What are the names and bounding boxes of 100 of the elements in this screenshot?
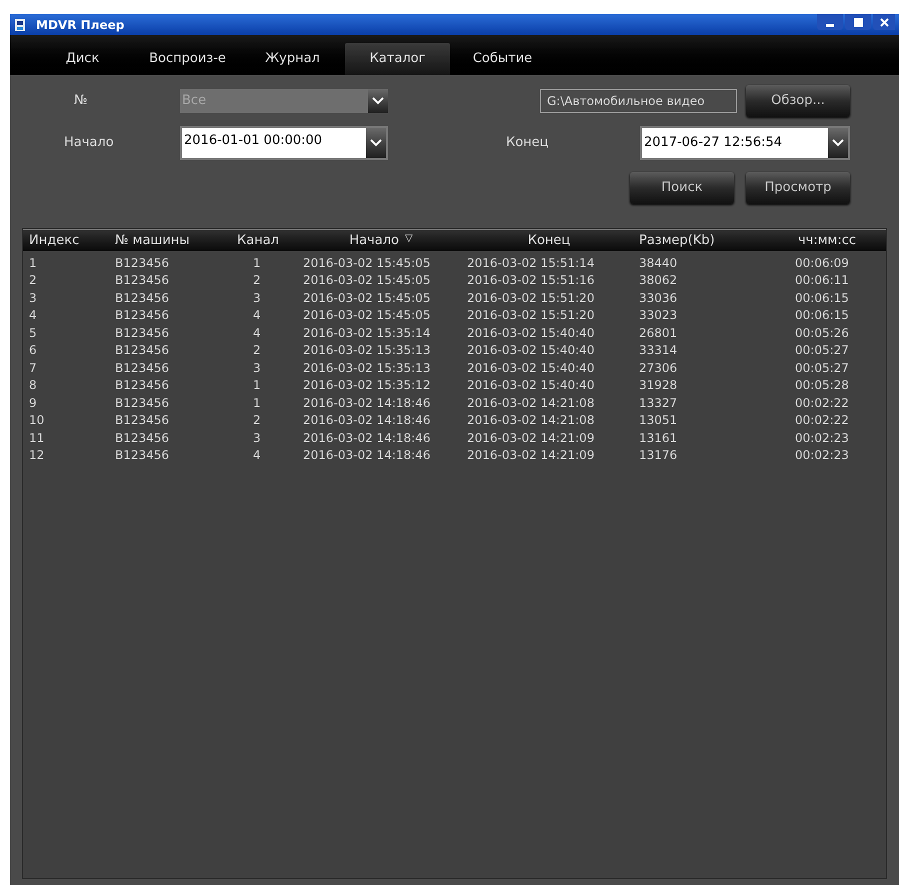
table-cell-text: 4 [252, 324, 262, 342]
table-cell-text: 3 [28, 290, 38, 307]
table-cell-text: 00:02:22 [794, 412, 850, 430]
table-cell-text: 2016-03-02 15:51:20 [466, 290, 596, 307]
table-cell-text: 1 [252, 254, 262, 272]
table-cell-text: 00:02:23 [794, 447, 850, 464]
table-cell-text: 33314 [638, 342, 678, 360]
close-button[interactable] [873, 14, 895, 30]
dropdown-arrow-button[interactable] [828, 128, 848, 158]
column-header[interactable]: Конец [528, 230, 570, 250]
table-cell-text: 2016-03-02 15:40:40 [466, 360, 596, 377]
table-cell-text: 6 [28, 342, 38, 360]
table-cell-text: 2016-03-02 14:18:46 [302, 412, 432, 430]
column-header[interactable]: чч:мм:сс [798, 230, 856, 250]
table-cell-text: 13176 [638, 447, 678, 464]
table-cell-text: 2016-03-02 15:40:40 [466, 324, 596, 342]
table-cell-text: 2016-03-02 15:35:14 [302, 324, 432, 342]
table-cell-text: 2016-03-02 14:21:09 [466, 447, 596, 464]
table-cell-text: 8 [28, 377, 38, 394]
column-header[interactable]: Начало [349, 230, 399, 250]
column-header[interactable]: Индекс [29, 230, 80, 250]
field-label: № [73, 92, 89, 110]
table-cell-text: B123456 [114, 360, 170, 377]
action-button[interactable]: Поиск [630, 172, 734, 204]
table-cell-text: 2016-03-02 15:40:40 [466, 342, 596, 360]
table-cell-text: 31928 [638, 377, 678, 394]
table-cell-text: 00:06:11 [794, 272, 850, 290]
action-button[interactable]: Просмотр [746, 172, 850, 204]
app-icon [14, 18, 26, 32]
table-cell-text: 4 [252, 307, 262, 324]
chevron-down-icon [370, 139, 382, 147]
table-cell-text: 1 [252, 394, 262, 412]
table-cell-text: 13161 [638, 430, 678, 447]
start-date-select[interactable]: 2016-01-01 00:00:00 [180, 126, 388, 160]
column-header[interactable]: № машины [115, 230, 190, 250]
table-cell-text: 2016-03-02 15:51:14 [466, 254, 596, 272]
table-cell-text: 2016-03-02 14:18:46 [302, 394, 432, 412]
column-header[interactable]: Размер(Kb) [639, 230, 715, 250]
end-date-select[interactable]: 2017-06-27 12:56:54 [640, 126, 850, 160]
chevron-down-icon [832, 139, 844, 147]
table-cell-text: 1 [252, 377, 262, 394]
table-cell-text: 38062 [638, 272, 678, 290]
table-cell-text: 00:02:23 [794, 430, 850, 447]
table-cell-text: 33036 [638, 290, 678, 307]
table-cell-text: 2016-03-02 15:45:05 [302, 254, 432, 272]
table-cell-text: 13051 [638, 412, 678, 430]
minimize-button[interactable] [817, 14, 843, 30]
table-cell-text: B123456 [114, 307, 170, 324]
tab[interactable]: Журнал [240, 43, 345, 75]
table-cell-text: 2016-03-02 14:18:46 [302, 430, 432, 447]
dropdown-arrow-button[interactable] [366, 128, 386, 158]
table-cell-text: 27306 [638, 360, 678, 377]
table-cell-text: 2016-03-02 15:40:40 [466, 377, 596, 394]
table-cell-text: 10 [28, 412, 46, 430]
table-cell-text: 00:05:26 [794, 324, 850, 342]
table-cell-text: 5 [28, 324, 38, 342]
table-cell-text: 2016-03-02 15:51:16 [466, 272, 596, 290]
table-cell-text: B123456 [114, 377, 170, 394]
field-label: Конец [506, 134, 550, 152]
table-cell-text: 3 [252, 430, 262, 447]
table-cell-text: 3 [252, 290, 262, 307]
table-cell-text: 3 [252, 360, 262, 377]
table-cell-text: B123456 [114, 342, 170, 360]
table-cell-text: 2016-03-02 15:51:20 [466, 307, 596, 324]
table-cell-text: 00:05:27 [794, 342, 850, 360]
table-cell-text: 00:02:22 [794, 394, 850, 412]
table-cell-text: 9 [28, 394, 38, 412]
table-cell-text: 00:05:27 [794, 360, 850, 377]
table-cell-text: B123456 [114, 272, 170, 290]
table-cell-text: 2016-03-02 14:21:09 [466, 430, 596, 447]
table-cell-text: 33023 [638, 307, 678, 324]
table-cell-text: 00:06:09 [794, 254, 850, 272]
table-cell-text: 12 [28, 447, 46, 464]
table-cell-text: 38440 [638, 254, 678, 272]
table-cell-text: 2016-03-02 14:21:08 [466, 412, 596, 430]
table-cell-text: B123456 [114, 290, 170, 307]
table-cell-text: B123456 [114, 254, 170, 272]
table-cell-text: B123456 [114, 324, 170, 342]
tab[interactable]: Воспроиз-е [135, 43, 240, 75]
tab[interactable]: Событие [450, 43, 555, 75]
window-title: MDVR Плеер [36, 16, 124, 34]
table-cell-text: 2016-03-02 14:18:46 [302, 447, 432, 464]
table-cell-text: 4 [252, 447, 262, 464]
table-cell-text: 13327 [638, 394, 678, 412]
table-cell-text: 2016-03-02 15:45:05 [302, 307, 432, 324]
table-cell-text: 26801 [638, 324, 678, 342]
maximize-button[interactable] [845, 14, 871, 30]
action-button[interactable]: Обзор... [746, 85, 850, 117]
table-cell-text: 1 [28, 254, 38, 272]
table-cell-text: 00:05:28 [794, 377, 850, 394]
column-header[interactable]: Канал [237, 230, 279, 250]
sort-indicator[interactable]: ▽ [404, 230, 413, 250]
table-cell-text: 2 [252, 272, 262, 290]
table-cell-text: 2016-03-02 15:45:05 [302, 272, 432, 290]
table-cell-text: 2016-03-02 15:35:12 [302, 377, 432, 394]
table-cell-text: 2016-03-02 14:21:08 [466, 394, 596, 412]
path-field[interactable]: G:\Автомобильное видео [540, 89, 737, 113]
tab[interactable]: Каталог [345, 43, 450, 75]
table-cell-text: 2016-03-02 15:45:05 [302, 290, 432, 307]
tab[interactable]: Диск [30, 43, 135, 75]
